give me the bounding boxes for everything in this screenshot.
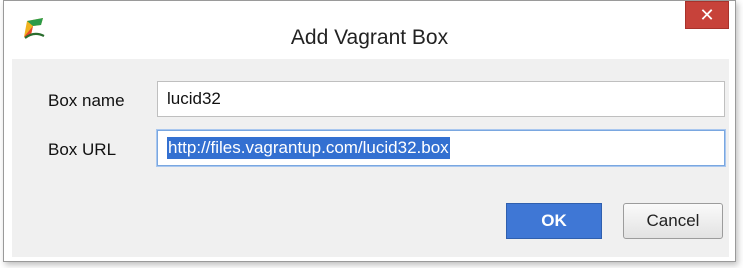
dialog-content: Box name lucid32 Box URL http://files.va… (12, 59, 729, 257)
box-name-label: Box name (48, 91, 125, 110)
ok-button[interactable]: OK (506, 203, 602, 239)
box-url-value: http://files.vagrantup.com/lucid32.box (167, 137, 450, 159)
add-vagrant-box-dialog: Add Vagrant Box ✕ Box name lucid32 Box U… (3, 0, 736, 262)
title-bar[interactable]: Add Vagrant Box ✕ (4, 1, 735, 59)
cancel-button[interactable]: Cancel (623, 203, 723, 239)
box-name-input[interactable]: lucid32 (157, 81, 725, 117)
dialog-title: Add Vagrant Box (290, 26, 449, 49)
close-button[interactable]: ✕ (685, 1, 729, 29)
box-name-value: lucid32 (167, 89, 221, 108)
close-icon: ✕ (699, 4, 715, 25)
box-url-label: Box URL (48, 140, 117, 159)
box-url-input[interactable]: http://files.vagrantup.com/lucid32.box (157, 130, 725, 166)
